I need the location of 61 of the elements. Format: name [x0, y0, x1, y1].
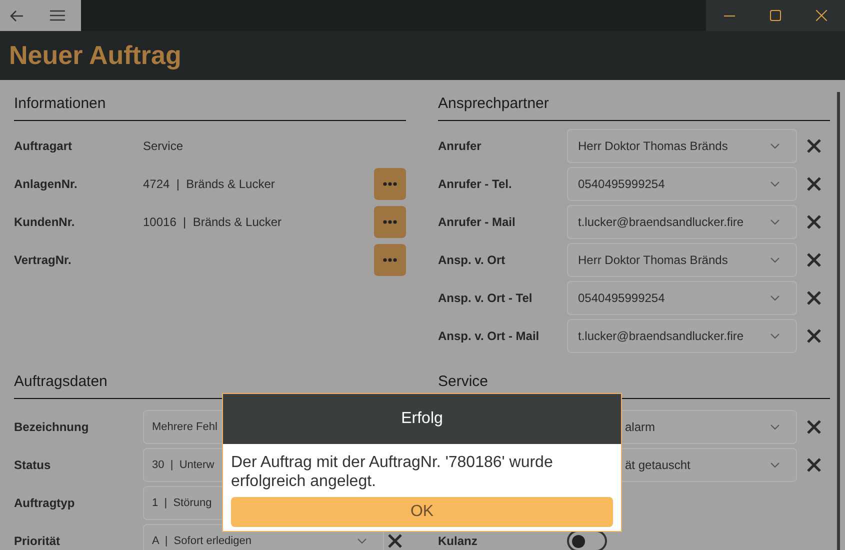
dropdown-field[interactable]: 0540495999254: [567, 281, 797, 315]
field-label: Anrufer: [438, 139, 482, 153]
menu-icon: [50, 10, 64, 21]
clear-icon[interactable]: [806, 214, 822, 230]
dialog-title: Erfolg: [401, 409, 443, 429]
dropdown-field[interactable]: 0540495999254: [567, 167, 797, 201]
chevron-down-icon: [770, 424, 780, 430]
clear-icon[interactable]: [806, 138, 822, 154]
more-button[interactable]: [374, 168, 406, 200]
chevron-down-icon: [357, 538, 367, 544]
clear-icon[interactable]: [806, 252, 822, 268]
more-button[interactable]: [374, 244, 406, 276]
field-label: Kulanz: [438, 534, 478, 548]
clear-icon[interactable]: [806, 290, 822, 306]
section-heading: Auftragsdaten: [14, 372, 108, 392]
close-icon: [816, 10, 828, 21]
field-label: Ansp. v. Ort: [438, 253, 506, 267]
clear-icon[interactable]: [806, 419, 822, 435]
section-heading: Service: [438, 372, 488, 392]
field-label: Ansp. v. Ort - Tel: [438, 291, 532, 305]
dropdown-field[interactable]: Herr Doktor Thomas Bränds: [567, 243, 797, 277]
section-heading: Informationen: [14, 94, 106, 114]
chevron-down-icon: [770, 257, 780, 263]
clear-icon[interactable]: [387, 533, 403, 549]
clear-icon[interactable]: [806, 328, 822, 344]
back-arrow-icon: [10, 10, 24, 22]
field-value: Service: [143, 138, 184, 155]
dialog-message: Der Auftrag mit der AuftragNr. '780186' wurde erfolgreich angelegt.: [230, 453, 554, 491]
dropdown-field[interactable]: t.lucker@braendsandlucker.fire: [567, 319, 797, 353]
field-value: 4724 | Bränds & Lucker: [143, 177, 275, 191]
more-icon: [383, 220, 397, 224]
dropdown-field[interactable]: Herr Doktor Thomas Bränds: [567, 129, 797, 163]
ok-button[interactable]: OK: [231, 497, 613, 527]
field-label: Anrufer - Tel.: [438, 177, 512, 191]
dropdown-field[interactable]: t.lucker@braendsandlucker.fire: [567, 205, 797, 239]
more-icon: [383, 182, 397, 186]
chevron-down-icon: [770, 333, 780, 339]
chevron-down-icon: [770, 143, 780, 149]
field-label: AnlagenNr.: [14, 177, 78, 191]
field-label: Anrufer - Mail: [438, 215, 516, 229]
field-label: Ansp. v. Ort - Mail: [438, 329, 540, 343]
more-button[interactable]: [374, 206, 406, 238]
chevron-down-icon: [770, 295, 780, 301]
page-title: Neuer Auftrag: [9, 39, 182, 72]
clear-icon[interactable]: [806, 176, 822, 192]
maximize-icon: [770, 10, 781, 21]
field-value: 10016 | Bränds & Lucker: [143, 215, 282, 229]
clear-icon[interactable]: [806, 457, 822, 473]
field-label: Status: [14, 458, 51, 472]
chevron-down-icon: [770, 462, 780, 468]
more-icon: [383, 258, 397, 262]
field-label: Bezeichnung: [14, 420, 89, 434]
field-label: Priorität: [14, 534, 60, 548]
section-heading: Ansprechpartner: [438, 94, 549, 114]
field-label: Auftragtyp: [14, 496, 75, 510]
field-label: Auftragart: [14, 139, 72, 153]
chevron-down-icon: [770, 219, 780, 225]
field-label: VertragNr.: [14, 253, 72, 267]
minimize-icon: [724, 14, 735, 16]
chevron-down-icon: [770, 181, 780, 187]
field-label: KundenNr.: [14, 215, 75, 229]
